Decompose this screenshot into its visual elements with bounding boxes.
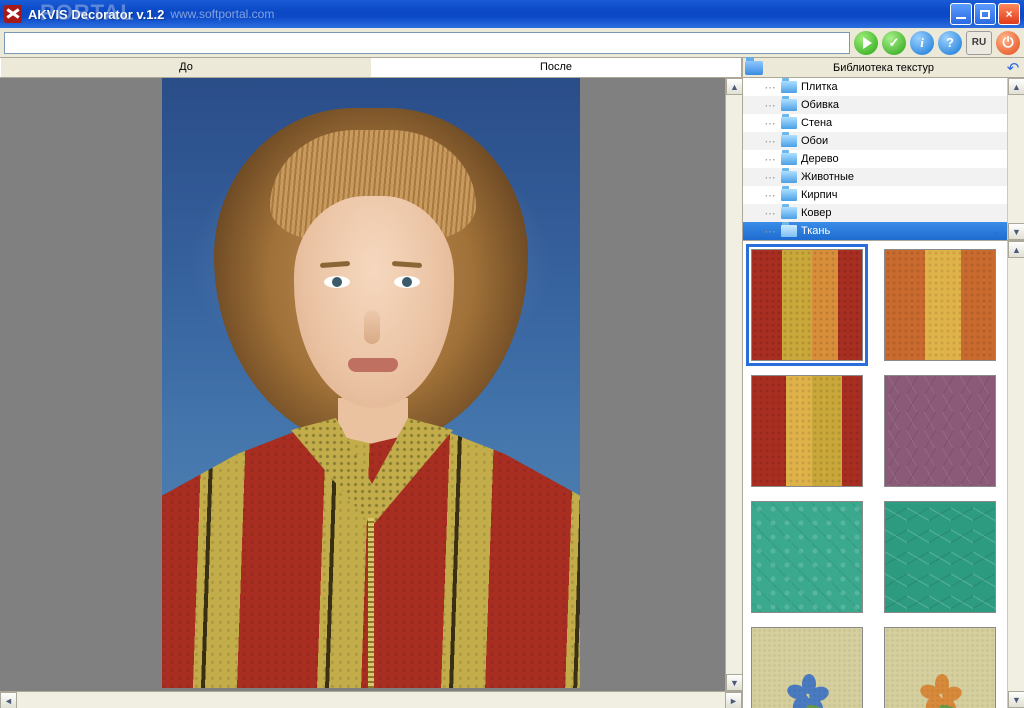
texture-swatch[interactable] [751,375,863,487]
category-item-selected[interactable]: ⋯Ткань⌄ [743,222,1007,240]
view-tabs: До После [0,58,742,78]
tab-after[interactable]: После [371,58,742,77]
close-button[interactable]: × [998,3,1020,25]
folder-icon [781,117,797,129]
category-item[interactable]: ⋯Стена [743,114,1007,132]
texture-swatch[interactable] [884,627,996,708]
folder-icon [781,171,797,183]
library-title: Библиотека текстур [767,62,1000,74]
swatch-grid-area: ▲ ▼ [743,241,1024,708]
undo-icon[interactable]: ↶ [1004,60,1022,76]
watermark-portal: PORTAL [40,0,135,26]
library-header: Библиотека текстур ↶ [743,58,1024,78]
texture-swatch[interactable] [884,375,996,487]
folder-icon [781,135,797,147]
tab-before[interactable]: До [0,58,371,77]
maximize-button[interactable] [974,3,996,25]
texture-swatch-selected[interactable] [751,249,863,361]
canvas-vscrollbar[interactable]: ▲ ▼ [725,78,742,691]
folder-icon [781,99,797,111]
swatch-vscrollbar[interactable]: ▲ ▼ [1007,241,1024,708]
window-titlebar: PORTAL AKVIS Decorator v.1.2 www.softpor… [0,0,1024,28]
folder-icon [781,207,797,219]
texture-swatch[interactable] [751,627,863,708]
category-item[interactable]: ⋯Животные [743,168,1007,186]
folder-icon [781,189,797,201]
tree-vscrollbar[interactable]: ▲ ▼ [1007,78,1024,240]
category-item[interactable]: ⋯Плитка [743,78,1007,96]
language-button[interactable]: RU [966,31,992,55]
preview-image [162,78,580,688]
texture-swatch[interactable] [884,249,996,361]
category-item[interactable]: ⋯Обои [743,132,1007,150]
watermark-url: www.softportal.com [170,7,274,21]
path-input[interactable] [4,32,850,54]
help-button[interactable] [938,31,962,55]
texture-swatch[interactable] [884,501,996,613]
folder-icon [781,81,797,93]
scroll-down-icon[interactable]: ▼ [1008,223,1024,240]
category-tree: ⋯Плитка ⋯Обивка ⋯Стена ⋯Обои ⋯Дерево ⋯Жи… [743,78,1024,241]
scroll-up-icon[interactable]: ▲ [1008,78,1024,95]
folder-icon [781,153,797,165]
category-item[interactable]: ⋯Ковер [743,204,1007,222]
texture-panel: Библиотека текстур ↶ ⋯Плитка ⋯Обивка ⋯Ст… [742,58,1024,708]
exit-button[interactable] [996,31,1020,55]
canvas-area[interactable]: ▲ ▼ [0,78,742,691]
main-toolbar: RU [0,28,1024,58]
workspace-panel: До После ▲ ▼ ◄ [0,58,742,708]
info-button[interactable] [910,31,934,55]
category-item[interactable]: ⋯Дерево [743,150,1007,168]
scroll-down-icon[interactable]: ▼ [726,674,742,691]
canvas-hscrollbar[interactable]: ◄ ► [0,691,742,708]
scroll-up-icon[interactable]: ▲ [1008,241,1024,258]
category-item[interactable]: ⋯Кирпич [743,186,1007,204]
scroll-left-icon[interactable]: ◄ [0,692,17,708]
texture-swatch[interactable] [751,501,863,613]
run-button[interactable] [854,31,878,55]
scroll-right-icon[interactable]: ► [725,692,742,708]
apply-button[interactable] [882,31,906,55]
scroll-up-icon[interactable]: ▲ [726,78,742,95]
category-item[interactable]: ⋯Обивка [743,96,1007,114]
app-icon [4,5,22,23]
folder-open-icon [781,225,797,237]
scroll-down-icon[interactable]: ▼ [1008,691,1024,708]
library-folder-icon[interactable] [745,61,763,75]
minimize-button[interactable] [950,3,972,25]
chevron-down-icon[interactable]: ⌄ [992,224,1006,238]
